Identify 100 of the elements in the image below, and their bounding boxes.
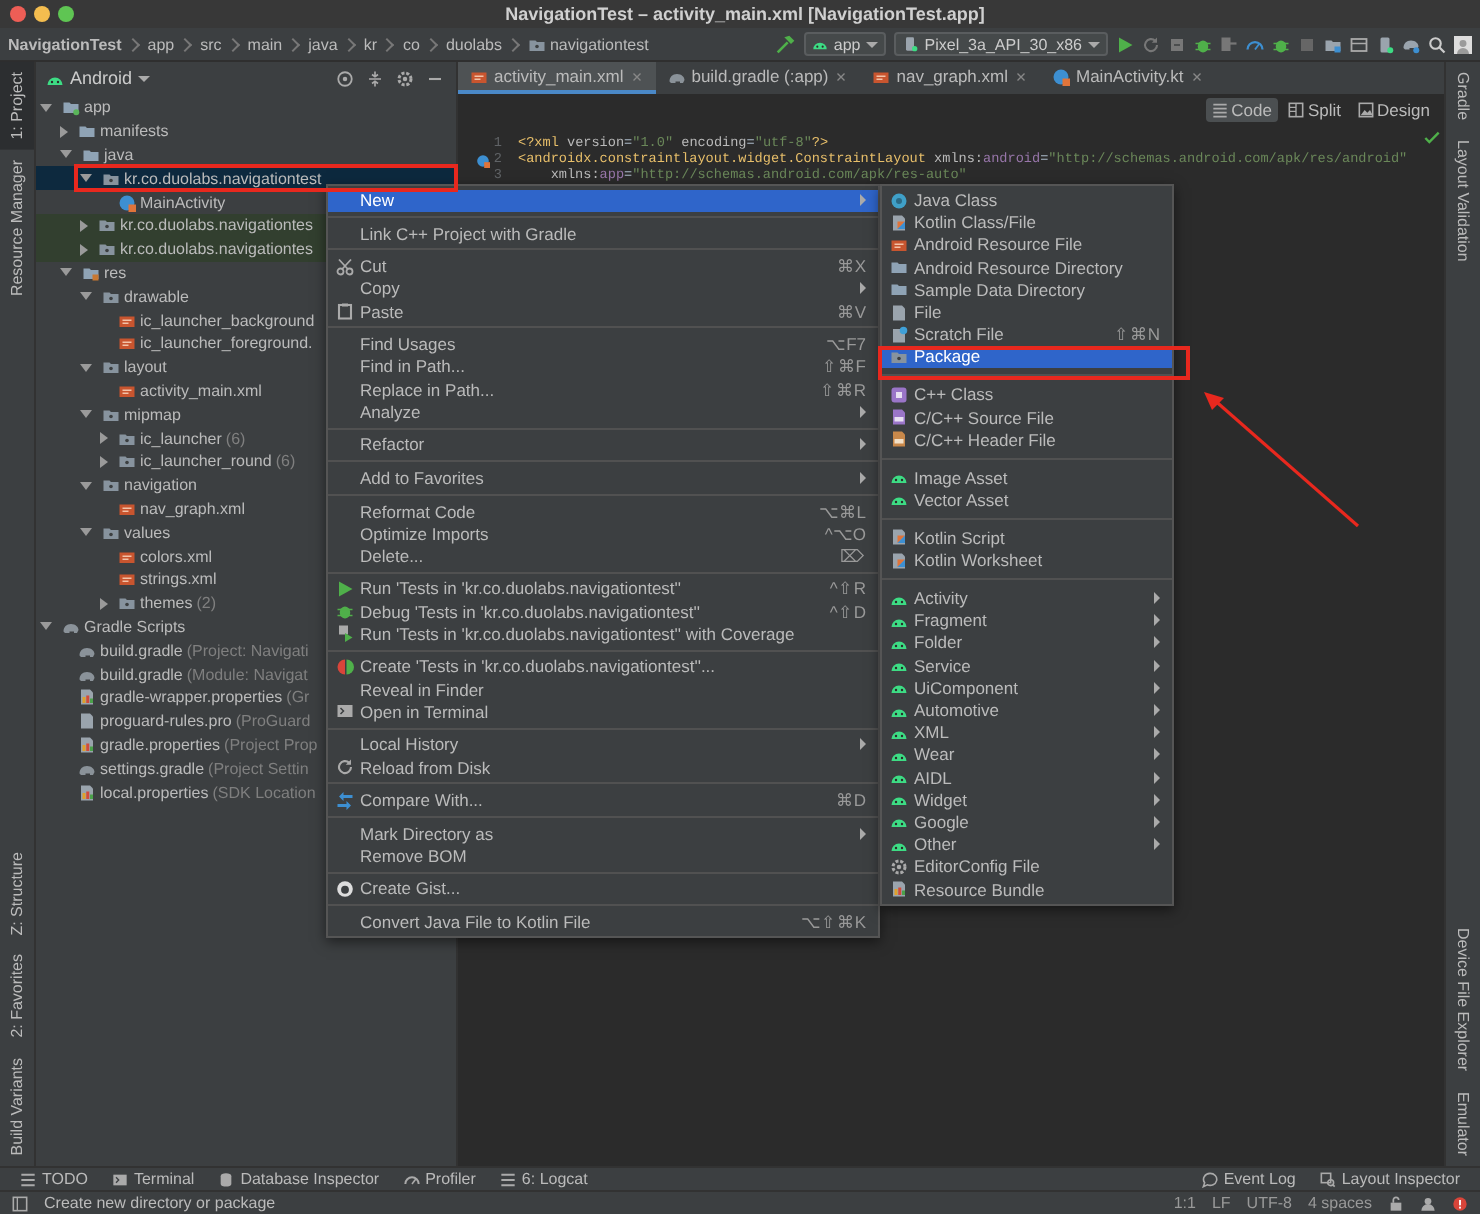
tool-window-tab[interactable]: Gradle [1446,62,1480,131]
breadcrumb-item[interactable]: duolabs [445,35,502,53]
menu-item[interactable]: Open in Terminal [328,700,878,723]
menu-item[interactable]: Optimize Imports ^⌥O [328,522,878,545]
menu-item[interactable]: Remove BOM [328,844,878,867]
tool-window-tab[interactable]: Layout Validation [1446,130,1480,272]
status-item[interactable]: 1:1 [1173,1194,1196,1212]
menu-item[interactable]: Paste ⌘V [328,300,878,323]
menu-item[interactable]: File [882,300,1172,324]
menu-item[interactable]: Kotlin Script [882,526,1172,550]
tool-window-button[interactable]: 6: Logcat [499,1170,588,1188]
device-dropdown[interactable]: Pixel_3a_API_30_x86 [894,32,1108,56]
breadcrumb-item[interactable]: NavigationTest [8,35,122,53]
breadcrumb-item[interactable]: navigationtest [527,35,649,53]
menu-item[interactable]: Java Class [882,189,1172,212]
menu-item[interactable]: AIDL [882,766,1172,789]
menu-item[interactable]: XML [882,721,1172,744]
menu-item[interactable]: Add to Favorites [328,466,878,490]
menu-item[interactable]: Automotive [882,698,1172,722]
status-item[interactable]: LF [1211,1194,1231,1212]
breadcrumb-item[interactable]: java [308,35,338,53]
tool-window-tab[interactable]: Emulator [1446,1081,1480,1166]
menu-item[interactable]: EditorConfig File [882,855,1172,878]
tool-window-button[interactable]: TODO [20,1170,88,1188]
menu-item[interactable]: Android Resource Directory [882,256,1172,279]
menu-item[interactable]: Scratch File ⇧⌘N [882,323,1172,346]
module-dropdown[interactable]: app [803,32,887,56]
tool-window-tab[interactable]: 1: Project [0,62,34,150]
menu-item[interactable]: Local History [328,733,878,756]
menu-item[interactable]: Widget [882,788,1172,811]
breadcrumb-item[interactable]: src [200,35,222,53]
menu-item[interactable]: C++ Class [882,383,1172,406]
menu-item[interactable]: Create Gist... [328,877,878,901]
menu-item[interactable]: Wear [882,743,1172,766]
menu-item[interactable]: Service [882,654,1172,677]
menu-item[interactable]: Copy [328,277,878,301]
menu-item[interactable]: Delete... ⌦ [328,544,878,567]
tree-item-label: gradle-wrapper.properties [100,688,283,707]
menu-item[interactable]: Kotlin Worksheet [882,549,1172,572]
tree-row[interactable]: app [36,96,456,120]
menu-item[interactable]: Reformat Code ⌥⌘L [328,499,878,523]
tool-window-button[interactable]: Event Log [1201,1170,1296,1188]
menu-item[interactable]: Convert Java File to Kotlin File ⌥⇧⌘K [328,910,878,934]
tree-row[interactable]: manifests [36,119,456,144]
tree-item-label: ic_launcher_foreground. [140,334,313,353]
menu-item[interactable]: Replace in Path... ⇧⌘R [328,377,878,401]
tree-item-label: proguard-rules.pro [100,712,232,731]
editor-tab[interactable]: build.gradle (:app) [655,62,861,94]
tool-window-button[interactable]: Database Inspector [218,1170,380,1188]
menu-item[interactable]: Activity [882,587,1172,610]
editor-tab[interactable]: activity_main.xml [458,62,656,94]
menu-item[interactable]: Sample Data Directory [882,278,1172,301]
menu-item[interactable]: Image Asset [882,466,1172,489]
menu-item[interactable]: Resource Bundle [882,877,1172,901]
breadcrumb-item[interactable]: kr [363,35,377,53]
tool-window-button[interactable]: Profiler [403,1170,476,1188]
tool-window-tab[interactable]: Resource Manager [0,149,34,306]
editor-tab[interactable]: MainActivity.kt [1040,62,1216,94]
menu-item[interactable]: New [328,189,878,212]
menu-item[interactable]: Mark Directory as [328,822,878,845]
tool-window-tab[interactable]: Build Variants [0,1048,34,1166]
menu-item[interactable]: Fragment [882,609,1172,632]
menu-item[interactable]: Find Usages ⌥F7 [328,333,878,356]
menu-item[interactable]: Vector Asset [882,488,1172,512]
menu-item[interactable]: C/C++ Source File [882,405,1172,429]
editor-tab[interactable]: nav_graph.xml [860,62,1040,94]
menu-item[interactable]: Other [882,833,1172,856]
menu-item[interactable]: Compare With... ⌘D [328,789,878,812]
menu-item[interactable]: Folder [882,631,1172,655]
menu-item[interactable]: Android Resource File [882,233,1172,257]
menu-item[interactable]: Debug 'Tests in 'kr.co.duolabs.navigationtest'' ^⇧D [328,600,878,623]
menu-item[interactable]: Kotlin Class/File [882,211,1172,234]
view-mode-button[interactable]: Design [1351,98,1436,122]
menu-item[interactable]: Analyze [328,400,878,423]
menu-item[interactable]: Refactor [328,433,878,456]
menu-item[interactable]: Run 'Tests in 'kr.co.duolabs.navigationtest'' ^⇧R [328,577,878,601]
menu-item[interactable]: Reload from Disk [328,755,878,779]
tree-item-hint: (Gr [286,688,310,707]
status-item[interactable]: UTF-8 [1246,1194,1292,1212]
tool-window-tab[interactable]: Device File Explorer [1446,918,1480,1082]
menu-item[interactable]: Run 'Tests in 'kr.co.duolabs.navigationtest'' with Coverage [328,622,878,645]
menu-item[interactable]: Google [882,810,1172,834]
view-selector[interactable]: Android [42,68,155,88]
breadcrumb-item[interactable]: app [147,35,175,53]
menu-item[interactable]: Reveal in Finder [328,678,878,701]
tool-window-tab[interactable]: 2: Favorites [0,944,34,1049]
shortcut-label: ⇧⌘N [1113,324,1160,345]
view-mode-button[interactable]: Split [1281,98,1348,122]
menu-item[interactable]: Find in Path... ⇧⌘F [328,355,878,378]
tool-window-button[interactable]: Terminal [111,1170,195,1188]
menu-item[interactable]: Create 'Tests in 'kr.co.duolabs.navigationtest''... [328,655,878,678]
breadcrumb-item[interactable]: main [247,35,283,53]
menu-item[interactable]: C/C++ Header File [882,428,1172,451]
menu-item[interactable]: UiComponent [882,676,1172,699]
tool-window-button[interactable]: Layout Inspector [1319,1170,1460,1188]
tool-window-tab[interactable]: Z: Structure [0,841,34,945]
tree-row[interactable]: java [36,143,456,167]
status-item[interactable]: 4 spaces [1307,1194,1372,1212]
view-mode-button[interactable]: Code [1205,98,1278,122]
breadcrumb-item[interactable]: co [402,35,420,53]
